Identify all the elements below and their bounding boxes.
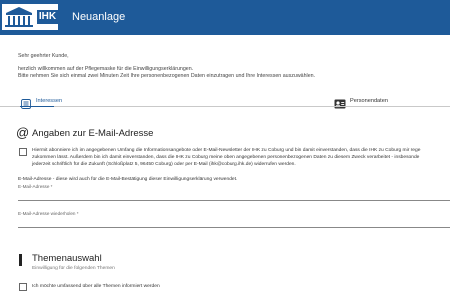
at-icon: @ [16,125,30,140]
tab-personendaten[interactable] [334,96,346,114]
tab-label-personendaten[interactable]: Personendaten [350,98,388,104]
email-field-label: E-Mail-Adresse * [18,184,53,189]
tab-interessen[interactable] [21,96,31,114]
email-section-title: Angaben zur E-Mail-Adresse [32,128,154,139]
list-icon [21,99,31,109]
logo-text: IHK [37,10,58,24]
email-info-text: E-Mail-Adresse - diese wird auch für die… [18,177,238,182]
building-logo-icon [4,6,34,28]
themen-section-subtitle: Einwilligung für die folgenden Themen [32,266,115,271]
greeting-text: Sehr geehrter Kunde, [18,53,69,59]
themen-section-marker [19,254,22,266]
email-field[interactable] [18,200,450,201]
all-topics-checkbox[interactable] [19,283,27,291]
page-title: Neuanlage [72,11,126,23]
intro-line-1: herzlich willkommen auf der Pflegemaske … [18,66,194,72]
id-card-icon [334,99,346,109]
tabs-divider [0,106,450,107]
intro-line-2: Bitte nehmen Sie sich einmal zwei Minute… [18,73,316,79]
app-header: IHK Neuanlage [0,0,450,35]
tab-label-interessen[interactable]: Interessen [36,98,62,104]
newsletter-consent-checkbox[interactable] [19,148,27,156]
consent-text-line-1: Hiermit abonniere ich im angegebenen Umf… [32,148,421,153]
email-repeat-field-label: E-Mail-Adresse wiederholen * [18,211,79,216]
themen-section-title: Themenauswahl [32,253,102,264]
all-topics-label: Ich möchte umfassend über alle Themen in… [32,284,160,289]
tab-active-indicator [20,106,54,107]
consent-text-line-2: zukommen lässt. Außerdem bin ich damit e… [32,155,420,160]
ihk-logo: IHK [2,4,58,30]
email-repeat-field[interactable] [18,227,450,228]
consent-text-line-3: jederzeit schriftlich für die Zukunft (S… [32,162,296,167]
